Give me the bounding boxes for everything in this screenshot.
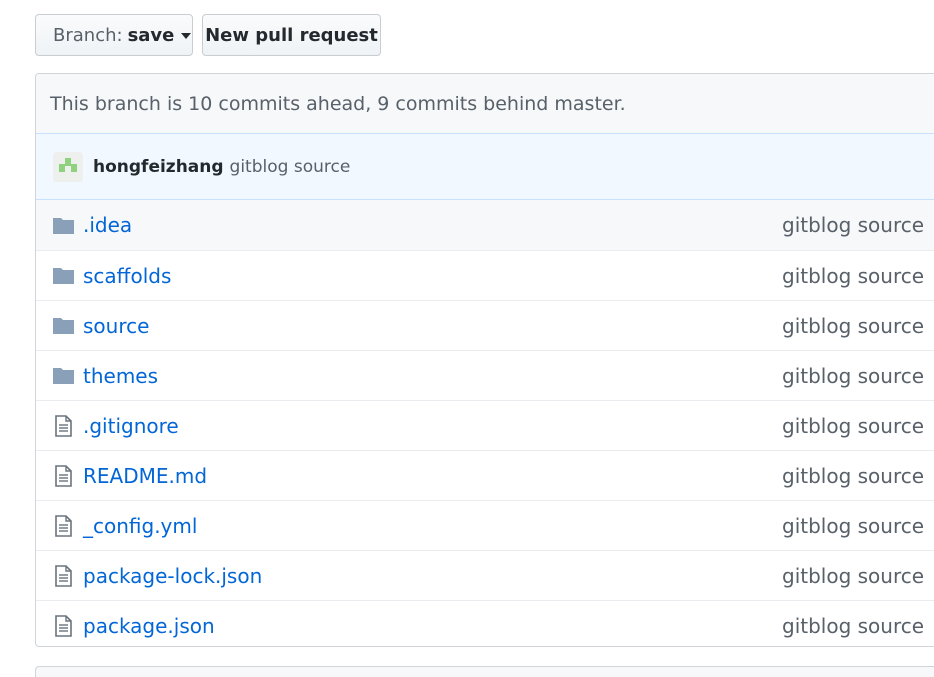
branch-select-button[interactable]: Branch: save	[35, 14, 193, 56]
commit-author-link[interactable]: hongfeizhang	[93, 157, 224, 177]
commit-message-link[interactable]: gitblog source	[230, 157, 351, 177]
file-commit-message-link[interactable]: gitblog source	[782, 213, 924, 237]
file-name-link[interactable]: .gitignore	[83, 414, 179, 438]
folder-icon	[51, 315, 75, 337]
file-name-link[interactable]: .idea	[83, 213, 132, 237]
file-name-link[interactable]: source	[83, 314, 149, 338]
file-icon	[51, 564, 75, 587]
file-icon	[51, 464, 75, 487]
table-row[interactable]: package-lock.json gitblog source	[36, 550, 934, 600]
branch-status-text: This branch is 10 commits ahead, 9 commi…	[36, 74, 934, 134]
file-name-link[interactable]: README.md	[83, 464, 207, 488]
table-row[interactable]: .gitignore gitblog source	[36, 400, 934, 450]
file-name-link[interactable]: scaffolds	[83, 264, 171, 288]
table-row[interactable]: scaffolds gitblog source	[36, 250, 934, 300]
table-row[interactable]: themes gitblog source	[36, 350, 934, 400]
table-row[interactable]: _config.yml gitblog source	[36, 500, 934, 550]
branch-prefix: Branch:	[53, 24, 123, 46]
file-name-link[interactable]: themes	[83, 364, 158, 388]
folder-icon	[51, 214, 75, 236]
file-icon	[51, 614, 75, 637]
table-row[interactable]: package.json gitblog source	[36, 600, 934, 646]
folder-icon	[51, 365, 75, 387]
file-commit-message-link[interactable]: gitblog source	[782, 264, 924, 288]
file-name-link[interactable]: package.json	[83, 614, 215, 638]
file-commit-message-link[interactable]: gitblog source	[782, 514, 924, 538]
file-browser-panel: This branch is 10 commits ahead, 9 commi…	[35, 73, 934, 647]
caret-down-icon	[181, 33, 192, 39]
table-row[interactable]: .idea gitblog source	[36, 200, 934, 250]
file-icon	[51, 414, 75, 437]
file-commit-message-link[interactable]: gitblog source	[782, 314, 924, 338]
branch-toolbar: Branch: save New pull request	[35, 14, 381, 56]
new-pull-request-button[interactable]: New pull request	[202, 14, 381, 56]
latest-commit-bar: hongfeizhang gitblog source	[36, 134, 934, 200]
table-row[interactable]: README.md gitblog source	[36, 450, 934, 500]
identicon-icon	[59, 157, 77, 172]
branch-name: save	[127, 24, 175, 46]
avatar[interactable]	[53, 151, 83, 182]
file-icon	[51, 514, 75, 537]
folder-icon	[51, 265, 75, 287]
file-list: .idea gitblog source scaffolds gitblog sour…	[36, 200, 934, 646]
next-panel-edge	[35, 666, 934, 677]
table-row[interactable]: source gitblog source	[36, 300, 934, 350]
file-commit-message-link[interactable]: gitblog source	[782, 564, 924, 588]
file-name-link[interactable]: package-lock.json	[83, 564, 262, 588]
file-commit-message-link[interactable]: gitblog source	[782, 364, 924, 388]
file-name-link[interactable]: _config.yml	[83, 514, 197, 538]
file-commit-message-link[interactable]: gitblog source	[782, 414, 924, 438]
file-commit-message-link[interactable]: gitblog source	[782, 464, 924, 488]
file-commit-message-link[interactable]: gitblog source	[782, 614, 924, 638]
